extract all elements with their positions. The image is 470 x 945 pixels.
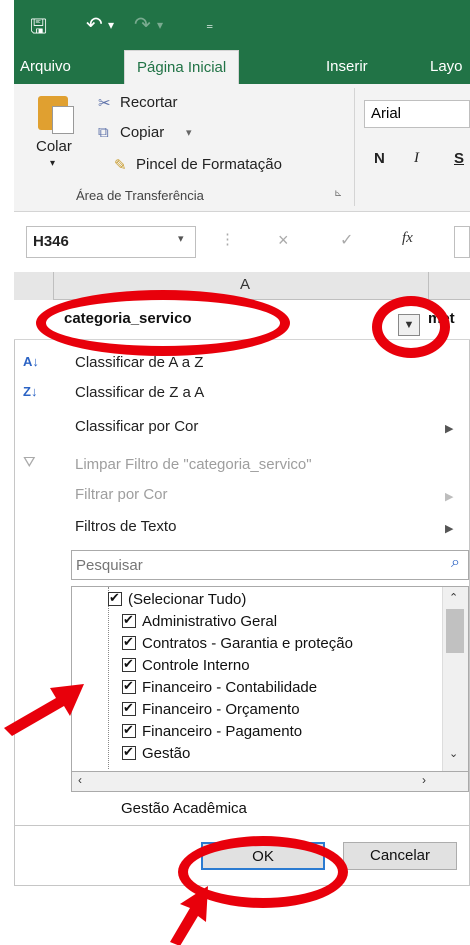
menu-sort-asc[interactable]: Classificar de A a Z: [75, 354, 203, 371]
clipboard-group-label: Área de Transferência: [76, 188, 204, 203]
dialog-launcher-icon[interactable]: ⊾: [334, 188, 342, 199]
customize-icon[interactable]: ₌: [206, 16, 213, 33]
tab-layout[interactable]: Layo: [430, 50, 463, 84]
list-item-label: Gestão Acadêmica: [121, 800, 247, 817]
menu-filter-color[interactable]: Filtrar por Cor: [75, 486, 168, 503]
search-input[interactable]: [71, 550, 469, 580]
checkbox[interactable]: [122, 634, 136, 650]
tab-pagina-inicial[interactable]: Página Inicial: [124, 50, 240, 84]
redo-icon[interactable]: ↷: [134, 12, 151, 37]
list-item-label: Gestão: [142, 745, 191, 762]
list-item[interactable]: Gestão: [122, 744, 191, 767]
list-item-label: Contratos - Garantia e proteção: [142, 635, 353, 652]
list-item[interactable]: (Selecionar Tudo): [108, 590, 247, 613]
scroll-up-icon[interactable]: ⌃: [449, 591, 458, 604]
scrollbar-thumb[interactable]: [446, 609, 464, 653]
italic-button[interactable]: I: [414, 150, 419, 167]
red-arrow-icon: [170, 886, 208, 945]
autofilter-panel: A↓ Classificar de A a Z Z↓ Classificar d…: [14, 340, 470, 826]
checkbox[interactable]: [122, 656, 136, 672]
save-icon[interactable]: 🖫: [30, 12, 47, 46]
scroll-down-icon[interactable]: ⌄: [449, 747, 458, 760]
cut-icon: ✂: [98, 95, 111, 112]
submenu-arrow-icon: ▶: [445, 423, 454, 435]
name-box-dropdown-icon[interactable]: ▾: [178, 232, 184, 245]
sort-desc-icon: Z↓: [23, 384, 38, 399]
checkbox[interactable]: [122, 612, 136, 628]
list-item-label: Controle Interno: [142, 657, 250, 674]
list-item[interactable]: Financeiro - Orçamento: [122, 700, 300, 723]
red-arrow-icon: [4, 684, 84, 736]
list-item[interactable]: Financeiro - Pagamento: [122, 722, 303, 745]
bold-button[interactable]: N: [374, 150, 385, 167]
select-all-corner[interactable]: [14, 272, 54, 300]
ribbon-tabs: Arquivo Página Inicial Inserir Layo: [14, 50, 470, 84]
underline-button[interactable]: S: [454, 150, 464, 167]
scroll-right-icon[interactable]: ›: [422, 773, 426, 787]
list-item-label: Financeiro - Pagamento: [142, 723, 303, 740]
list-item[interactable]: Controle Interno: [122, 656, 250, 679]
undo-icon[interactable]: ↶: [86, 12, 103, 37]
paste-dropdown-icon[interactable]: ▾: [50, 158, 55, 169]
ribbon-body: Colar ▾ ✂ Recortar ⧉ Copiar ▾ ✎ Pincel d…: [14, 84, 470, 212]
formula-input[interactable]: [454, 226, 470, 258]
checkbox[interactable]: [122, 722, 136, 738]
cut-button[interactable]: Recortar: [120, 94, 178, 111]
list-item-label: Financeiro - Contabilidade: [142, 679, 318, 696]
list-item[interactable]: Financeiro - Contabilidade: [122, 678, 318, 701]
menu-text-filters[interactable]: Filtros de Texto: [75, 518, 176, 535]
tab-arquivo[interactable]: Arquivo: [20, 50, 71, 84]
column-a-header[interactable]: A: [240, 276, 250, 293]
cancel-entry-icon[interactable]: ×: [278, 230, 289, 251]
undo-dropdown-icon[interactable]: ▾: [108, 18, 114, 32]
list-item-label: Administrativo Geral: [142, 613, 278, 630]
highlight-ring-filter-button: [372, 296, 450, 358]
list-item[interactable]: Gestão Acadêmica: [121, 800, 247, 822]
menu-sort-color[interactable]: Classificar por Cor: [75, 418, 198, 435]
title-bar: 🖫 ↶ ▾ ↷ ▾ ₌: [14, 0, 470, 50]
menu-clear-filter[interactable]: Limpar Filtro de "categoria_servico": [75, 456, 312, 473]
clear-filter-icon: ⛛: [23, 454, 36, 471]
vertical-scrollbar[interactable]: ⌃ ⌄: [442, 587, 468, 771]
list-item[interactable]: Contratos - Garantia e proteção: [122, 634, 353, 657]
checkbox[interactable]: [122, 744, 136, 760]
paste-page-icon: [52, 106, 74, 134]
paste-button[interactable]: Colar: [36, 138, 72, 155]
checkbox[interactable]: [122, 678, 136, 694]
format-painter-icon: ✎: [114, 157, 127, 174]
search-icon[interactable]: ⌕: [451, 554, 460, 572]
font-name-box[interactable]: Arial: [364, 100, 470, 128]
tab-inserir[interactable]: Inserir: [326, 50, 368, 84]
formula-bar: H346 ▾ ⋮ × ✓ fx: [14, 212, 470, 270]
submenu-arrow-icon: ▶: [445, 491, 454, 503]
submenu-arrow-icon: ▶: [445, 523, 454, 535]
format-painter-button[interactable]: Pincel de Formatação: [136, 156, 282, 173]
column-divider: [428, 272, 429, 300]
copy-button[interactable]: Copiar: [120, 124, 164, 141]
sort-asc-icon: A↓: [23, 354, 39, 369]
checkbox[interactable]: [122, 700, 136, 716]
copy-dropdown-icon[interactable]: ▾: [186, 126, 192, 139]
cancel-button[interactable]: Cancelar: [343, 842, 457, 870]
horizontal-scrollbar[interactable]: ‹ ›: [71, 772, 469, 792]
scroll-left-icon[interactable]: ‹: [78, 773, 82, 787]
list-item-label: Financeiro - Orçamento: [142, 701, 300, 718]
group-separator: [354, 88, 355, 206]
name-box[interactable]: H346: [26, 226, 196, 258]
copy-icon: ⧉: [98, 124, 109, 141]
list-item-label: (Selecionar Tudo): [128, 591, 247, 608]
formula-bar-divider-icon: ⋮: [220, 231, 235, 248]
checkbox[interactable]: [108, 590, 122, 606]
fx-icon[interactable]: fx: [402, 230, 413, 247]
redo-dropdown-icon[interactable]: ▾: [157, 18, 163, 32]
confirm-entry-icon[interactable]: ✓: [340, 230, 353, 250]
highlight-ring-header: [36, 290, 290, 356]
filter-values-list: (Selecionar Tudo) Administrativo Geral C…: [71, 586, 469, 772]
menu-sort-desc[interactable]: Classificar de Z a A: [75, 384, 204, 401]
list-item[interactable]: Administrativo Geral: [122, 612, 278, 635]
